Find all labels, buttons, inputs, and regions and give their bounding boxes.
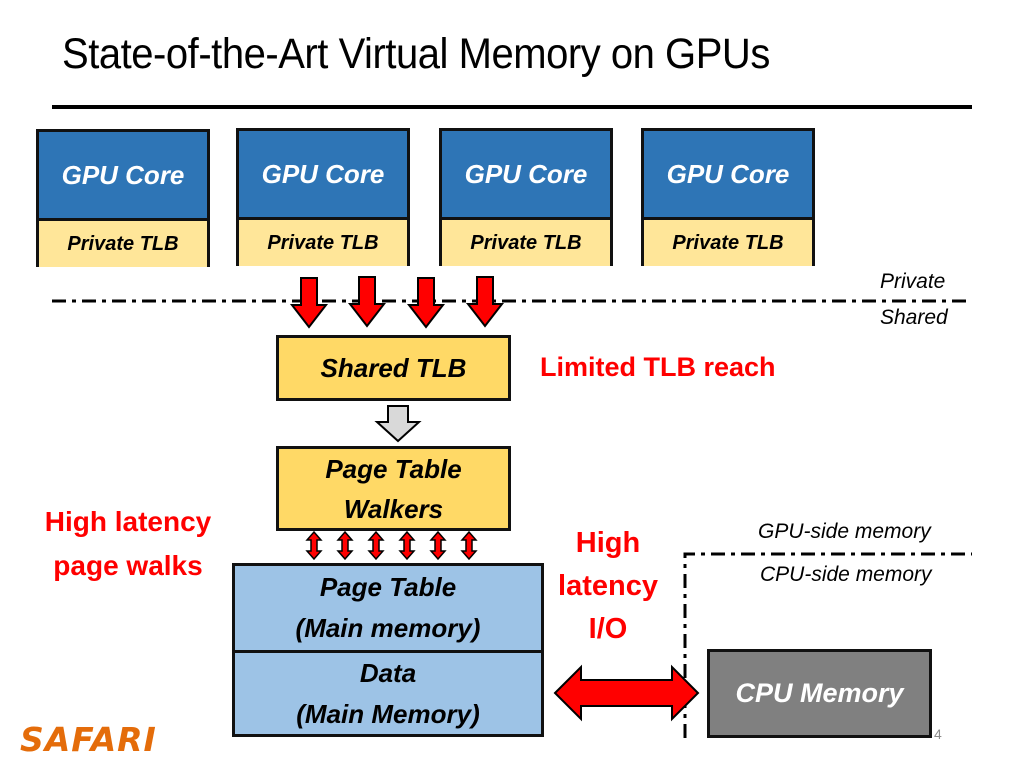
walks-note-line1: High latency xyxy=(44,506,212,537)
io-note-line2: latency xyxy=(558,570,658,602)
page-number: 4 xyxy=(934,726,942,742)
limited-tlb-reach-note: Limited TLB reach xyxy=(540,352,776,382)
bidirectional-arrow-icon xyxy=(553,664,700,722)
page-table-label-line1: Page Table xyxy=(319,572,457,602)
walks-note-line2: page walks xyxy=(53,550,203,581)
cpu-memory-block: CPU Memory xyxy=(707,649,932,738)
double-arrow-icons xyxy=(305,530,478,561)
shared-label: Shared xyxy=(880,306,948,329)
high-latency-walks-note: High latency page walks xyxy=(28,500,228,588)
data-section: Data (Main Memory) xyxy=(235,650,541,734)
ptw-label-line1: Page Table xyxy=(325,453,462,484)
arrow-down-icon xyxy=(374,405,422,443)
io-note-line3: I/O xyxy=(588,613,628,645)
private-label: Private xyxy=(880,270,946,293)
io-note-line1: High xyxy=(575,527,641,559)
ptw-label-line2: Walkers xyxy=(343,493,444,524)
page-table-walkers-block: Page Table Walkers xyxy=(276,446,511,531)
data-label-line2: (Main Memory) xyxy=(296,698,480,729)
page-table-section: Page Table (Main memory) xyxy=(235,566,541,650)
main-memory-block: Page Table (Main memory) Data (Main Memo… xyxy=(232,563,544,737)
cpu-side-memory-label: CPU-side memory xyxy=(760,563,932,586)
page-table-label-line2: (Main memory) xyxy=(295,613,481,643)
cpu-memory-label: CPU Memory xyxy=(735,678,904,708)
safari-logo: SAFARI xyxy=(20,720,157,759)
high-latency-io-note: High latency I/O xyxy=(548,522,668,651)
shared-tlb-block: Shared TLB xyxy=(276,335,511,401)
shared-tlb-label: Shared TLB xyxy=(320,352,467,383)
data-label-line1: Data xyxy=(359,657,417,688)
gpu-side-memory-label: GPU-side memory xyxy=(758,520,931,543)
